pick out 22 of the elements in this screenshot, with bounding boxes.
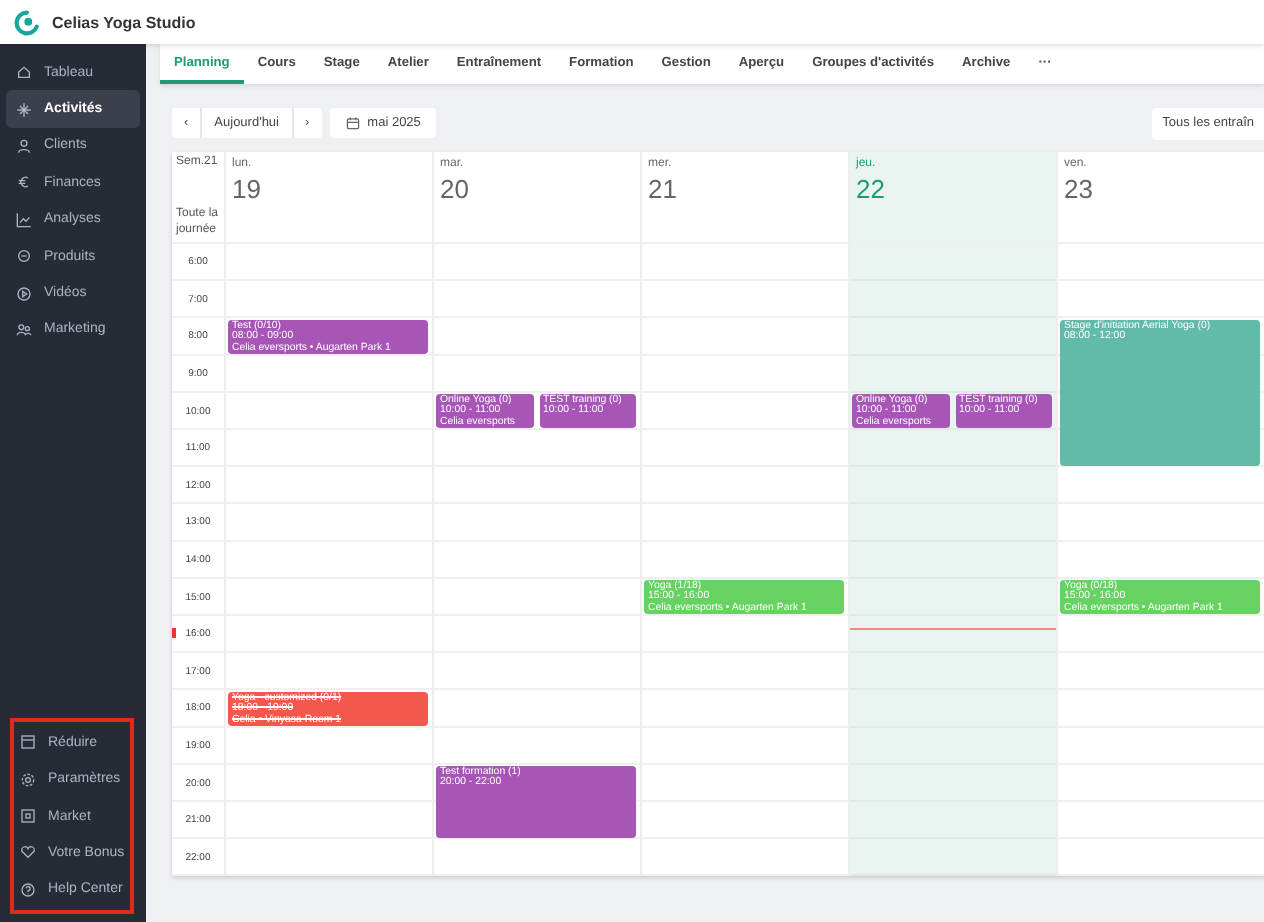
square-icon (20, 808, 36, 825)
home-icon (16, 64, 32, 81)
day-number: 23 (1064, 174, 1095, 204)
play-icon (16, 285, 32, 302)
day-number: 19 (232, 174, 263, 204)
panel-icon (20, 734, 36, 751)
settings-icon (20, 771, 36, 788)
calendar-icon (345, 116, 360, 130)
current-time-marker (172, 627, 176, 638)
heart-icon (20, 844, 36, 861)
user-icon (16, 137, 32, 154)
euro-icon (16, 174, 32, 191)
studio-name: Celias Yoga Studio (52, 13, 196, 31)
box-icon (16, 248, 32, 265)
logo-icon (14, 9, 40, 35)
people-icon (16, 321, 32, 338)
day-number: 22 (856, 174, 887, 204)
day-number: 20 (440, 174, 471, 204)
day-number: 21 (648, 174, 679, 204)
chart-icon (16, 211, 32, 228)
help-icon (20, 881, 36, 898)
sparkle-icon (16, 101, 32, 118)
